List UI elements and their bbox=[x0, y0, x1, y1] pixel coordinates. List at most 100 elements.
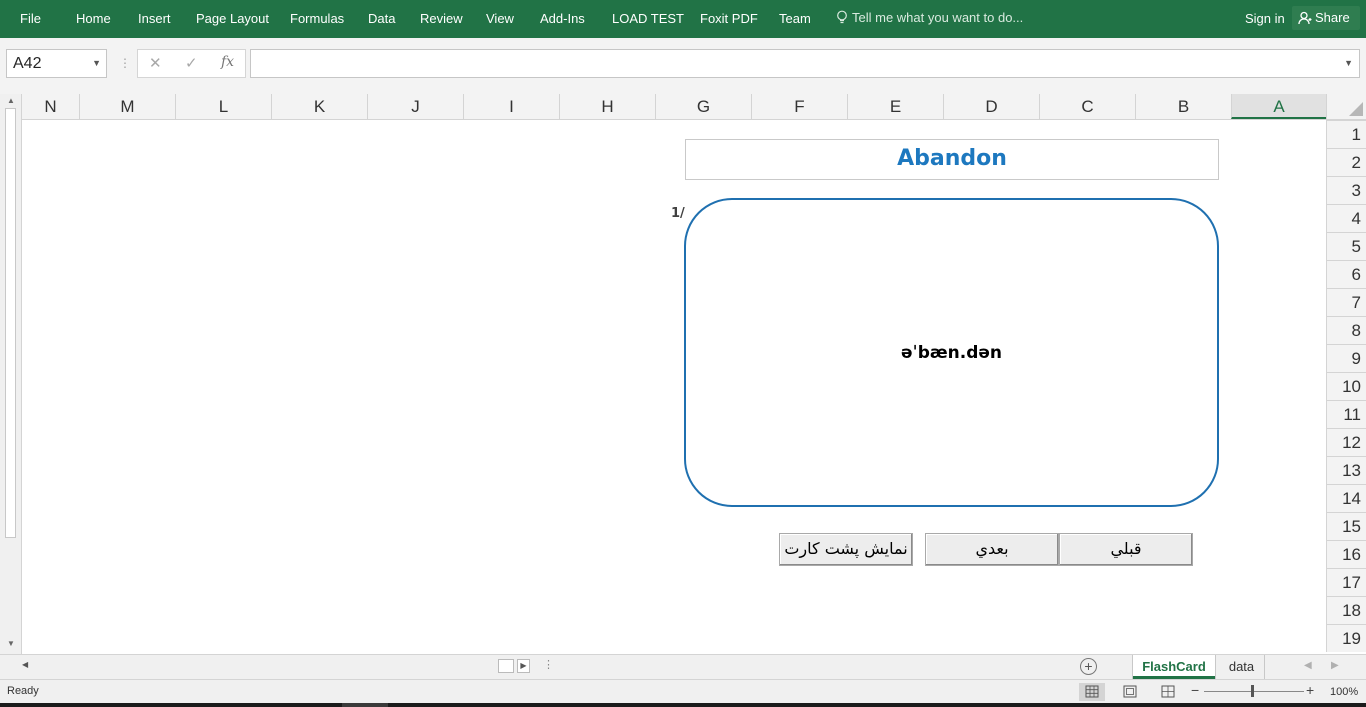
row-header[interactable]: 18 bbox=[1327, 596, 1366, 624]
tab-scroll-left-icon[interactable]: ◀ bbox=[1304, 660, 1312, 671]
row-header[interactable]: 11 bbox=[1327, 400, 1366, 428]
column-header-k[interactable]: K bbox=[271, 94, 367, 119]
column-header-f[interactable]: F bbox=[751, 94, 847, 119]
row-header[interactable]: 3 bbox=[1327, 176, 1366, 204]
row-header[interactable]: 12 bbox=[1327, 428, 1366, 456]
tab-foxit-pdf[interactable]: Foxit PDF bbox=[700, 11, 758, 26]
tab-insert[interactable]: Insert bbox=[138, 11, 171, 26]
row-headers: 1 2 3 4 5 6 7 8 9 10 11 12 13 14 15 16 1… bbox=[1326, 120, 1366, 652]
sign-in-link[interactable]: Sign in bbox=[1245, 11, 1285, 26]
row-header[interactable]: 10 bbox=[1327, 372, 1366, 400]
grid-view-icon bbox=[1085, 685, 1099, 698]
cancel-icon[interactable]: ✕ bbox=[149, 54, 162, 72]
drag-handle-icon[interactable]: ⋮ bbox=[119, 56, 131, 70]
page-layout-icon bbox=[1123, 685, 1137, 698]
sheet-tab-flashcard[interactable]: FlashCard bbox=[1133, 655, 1215, 679]
tell-me-search[interactable]: Tell me what you want to do... bbox=[836, 10, 1023, 25]
name-box[interactable]: A42 ▼ bbox=[6, 49, 107, 78]
row-header[interactable]: 7 bbox=[1327, 288, 1366, 316]
normal-view-button[interactable] bbox=[1079, 683, 1105, 701]
column-header-m[interactable]: M bbox=[79, 94, 175, 119]
row-header[interactable]: 2 bbox=[1327, 148, 1366, 176]
lightbulb-icon bbox=[837, 10, 847, 24]
column-header-j[interactable]: J bbox=[367, 94, 463, 119]
tab-file[interactable]: File bbox=[20, 11, 41, 26]
column-header-n[interactable]: N bbox=[22, 94, 79, 119]
vertical-scrollbar[interactable]: ▲ ▼ bbox=[0, 94, 22, 654]
row-header[interactable]: 19 bbox=[1327, 624, 1366, 652]
tab-team[interactable]: Team bbox=[779, 11, 811, 26]
sheet-tab-data[interactable]: data bbox=[1219, 655, 1265, 679]
column-headers: N M L K J I H G F E D C B A bbox=[22, 94, 1326, 120]
scroll-down-icon[interactable]: ▼ bbox=[7, 639, 15, 648]
row-header[interactable]: 9 bbox=[1327, 344, 1366, 372]
vertical-scroll-thumb[interactable] bbox=[5, 108, 16, 538]
formula-bar: A42 ▼ ⋮ ✕ ✓ fx ▼ bbox=[0, 38, 1366, 94]
column-header-e[interactable]: E bbox=[847, 94, 943, 119]
column-header-i[interactable]: I bbox=[463, 94, 559, 119]
scroll-right-icon[interactable]: ▶ bbox=[517, 659, 530, 673]
taskbar-strip bbox=[0, 703, 1366, 707]
column-header-d[interactable]: D bbox=[943, 94, 1039, 119]
tab-home[interactable]: Home bbox=[76, 11, 111, 26]
zoom-in-icon[interactable]: + bbox=[1306, 682, 1314, 698]
row-header[interactable]: 6 bbox=[1327, 260, 1366, 288]
tab-page-layout[interactable]: Page Layout bbox=[196, 11, 269, 26]
sheet-tabs-bar: ◀ ▶ ⋮ + FlashCard data ◀ ▶ bbox=[0, 654, 1366, 679]
card-counter: 1/ bbox=[671, 206, 685, 221]
page-break-view-button[interactable] bbox=[1155, 683, 1181, 701]
horizontal-scroll-track[interactable] bbox=[36, 660, 499, 673]
scroll-left-icon[interactable]: ◀ bbox=[22, 660, 28, 669]
status-text: Ready bbox=[7, 685, 39, 697]
tell-me-text: Tell me what you want to do... bbox=[852, 10, 1024, 25]
flashcard-panel[interactable]: əˈbæn.dən bbox=[684, 198, 1219, 507]
row-header[interactable]: 16 bbox=[1327, 540, 1366, 568]
tab-data[interactable]: Data bbox=[368, 11, 395, 26]
row-header[interactable]: 17 bbox=[1327, 568, 1366, 596]
tab-view[interactable]: View bbox=[486, 11, 514, 26]
column-header-g[interactable]: G bbox=[655, 94, 751, 119]
status-bar: Ready − + 100% bbox=[0, 679, 1366, 703]
column-header-l[interactable]: L bbox=[175, 94, 271, 119]
row-header[interactable]: 14 bbox=[1327, 484, 1366, 512]
flashcard-phonetic: əˈbæn.dən bbox=[900, 343, 1003, 363]
chevron-down-icon[interactable]: ▼ bbox=[92, 58, 101, 68]
enter-icon[interactable]: ✓ bbox=[185, 54, 198, 72]
previous-button[interactable]: قبلي bbox=[1059, 533, 1193, 566]
column-header-c[interactable]: C bbox=[1039, 94, 1135, 119]
row-header[interactable]: 8 bbox=[1327, 316, 1366, 344]
column-header-a[interactable]: A bbox=[1231, 94, 1326, 119]
row-header[interactable]: 1 bbox=[1327, 120, 1366, 148]
formula-input[interactable]: ▼ bbox=[250, 49, 1360, 78]
zoom-slider-thumb[interactable] bbox=[1251, 685, 1254, 697]
select-all-corner[interactable] bbox=[1326, 94, 1366, 120]
column-header-b[interactable]: B bbox=[1135, 94, 1231, 119]
expand-formula-icon[interactable]: ▼ bbox=[1344, 58, 1353, 68]
share-button[interactable]: Share bbox=[1292, 6, 1360, 30]
zoom-level[interactable]: 100% bbox=[1330, 686, 1358, 698]
tab-formulas[interactable]: Formulas bbox=[290, 11, 344, 26]
tab-add-ins[interactable]: Add-Ins bbox=[540, 11, 585, 26]
share-label: Share bbox=[1315, 10, 1350, 25]
zoom-out-icon[interactable]: − bbox=[1191, 682, 1199, 698]
page-layout-view-button[interactable] bbox=[1117, 683, 1143, 701]
row-header[interactable]: 15 bbox=[1327, 512, 1366, 540]
row-header[interactable]: 4 bbox=[1327, 204, 1366, 232]
ribbon-bar: File Home Insert Page Layout Formulas Da… bbox=[0, 0, 1366, 38]
tab-scroll-right-icon[interactable]: ▶ bbox=[1331, 660, 1339, 671]
scroll-up-icon[interactable]: ▲ bbox=[7, 96, 15, 105]
column-header-h[interactable]: H bbox=[559, 94, 655, 119]
taskbar-highlight bbox=[342, 703, 388, 707]
show-card-back-button[interactable]: نمایش پشت کارت bbox=[779, 533, 913, 566]
tab-load-test[interactable]: LOAD TEST bbox=[612, 11, 684, 26]
tab-review[interactable]: Review bbox=[420, 11, 463, 26]
zoom-slider[interactable] bbox=[1204, 691, 1304, 692]
row-header[interactable]: 5 bbox=[1327, 232, 1366, 260]
formula-buttons: ✕ ✓ fx bbox=[137, 49, 246, 78]
add-sheet-icon[interactable]: + bbox=[1080, 658, 1097, 675]
next-button[interactable]: بعدي bbox=[925, 533, 1059, 566]
insert-function-icon[interactable]: fx bbox=[221, 54, 234, 70]
split-handle-icon[interactable]: ⋮ bbox=[543, 658, 554, 671]
horizontal-scroll-thumb[interactable] bbox=[498, 659, 514, 673]
row-header[interactable]: 13 bbox=[1327, 456, 1366, 484]
